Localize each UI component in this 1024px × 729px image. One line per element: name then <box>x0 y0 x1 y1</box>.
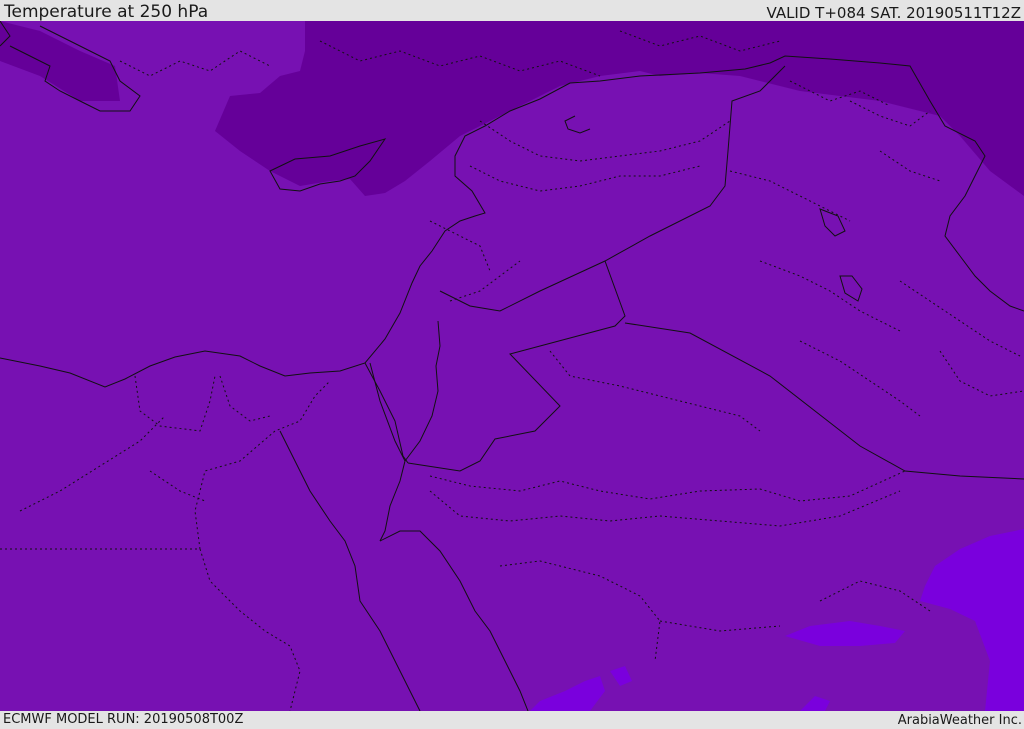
credit-label: ArabiaWeather Inc. <box>897 713 1022 728</box>
valid-time: VALID T+084 SAT. 20190511T12Z <box>766 4 1021 22</box>
footer-bar: ECMWF MODEL RUN: 20190508T00Z ArabiaWeat… <box>0 711 1024 729</box>
model-run-label: ECMWF MODEL RUN: 20190508T00Z <box>3 712 244 727</box>
temperature-field-base <box>0 21 1024 711</box>
map-title: Temperature at 250 hPa <box>4 2 209 22</box>
weather-map[interactable] <box>0 21 1024 711</box>
map-frame: Temperature at 250 hPa VALID T+084 SAT. … <box>0 0 1024 729</box>
header-bar: Temperature at 250 hPa VALID T+084 SAT. … <box>0 0 1024 22</box>
